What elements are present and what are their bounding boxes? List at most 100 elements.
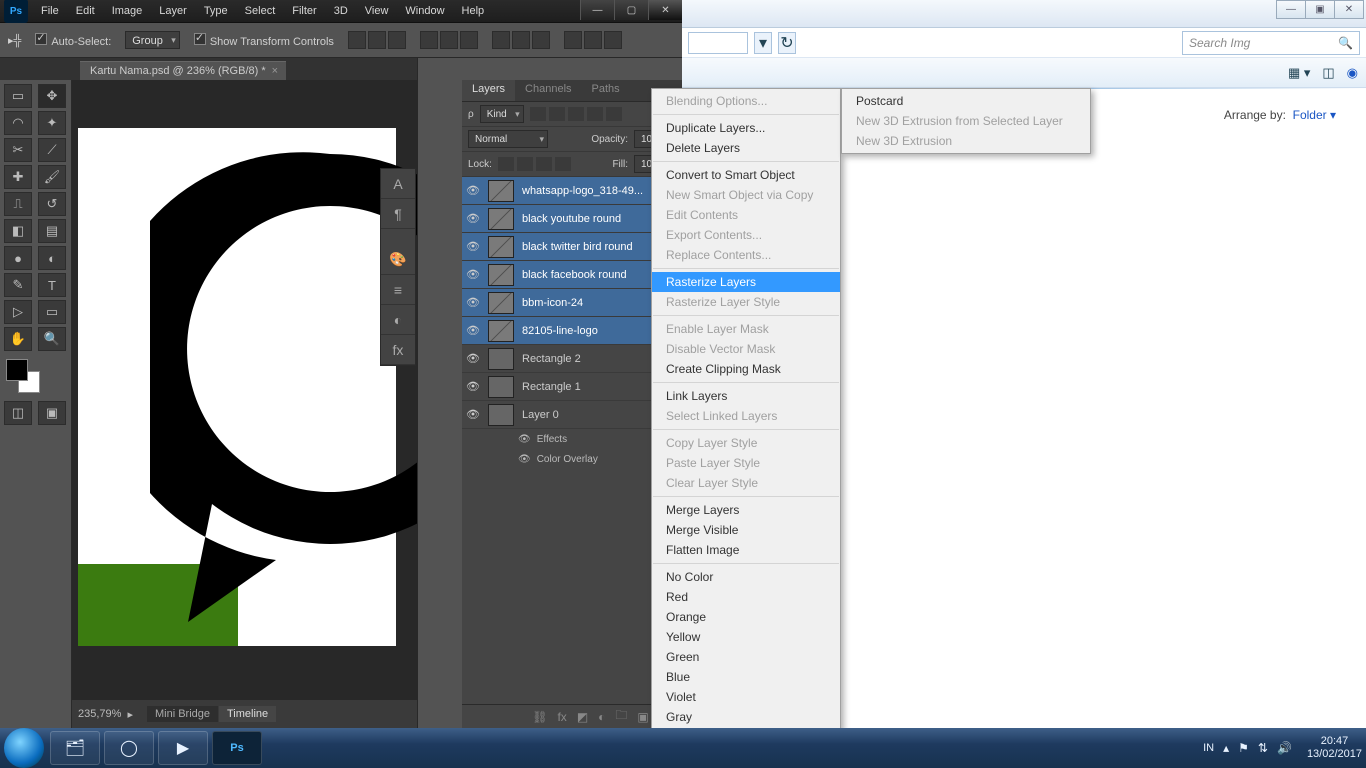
show-transform-checkbox[interactable] (194, 33, 206, 45)
taskbar-wmplayer[interactable]: ▶ (158, 731, 208, 765)
layer-row[interactable]: 👁bbm-icon-24 (462, 289, 682, 317)
taskbar-explorer[interactable]: 🗂 (50, 731, 100, 765)
tab-minibridge[interactable]: Mini Bridge (147, 706, 218, 722)
menu-3d[interactable]: 3D (327, 2, 355, 20)
gradient-tool[interactable]: ▤ (38, 219, 66, 243)
swatches-icon[interactable]: 🎨 (381, 245, 415, 275)
context-item[interactable]: Convert to Smart Object (652, 165, 840, 185)
blend-mode[interactable]: Normal (468, 130, 548, 148)
breadcrumb-dropdown[interactable]: ▾ (754, 32, 772, 54)
path-select-tool[interactable]: ▷ (4, 300, 32, 324)
link-layers-icon[interactable]: ⛓ (532, 710, 547, 724)
context-item[interactable]: Postcard (842, 91, 1090, 111)
visibility-icon[interactable]: 👁 (518, 434, 531, 445)
context-item[interactable]: Yellow (652, 627, 840, 647)
window-minimize-button[interactable]: — (580, 0, 614, 20)
auto-select-checkbox[interactable] (35, 33, 47, 45)
shape-tool[interactable]: ▭ (38, 300, 66, 324)
menu-type[interactable]: Type (197, 2, 235, 20)
auto-select-target[interactable]: Group (125, 31, 180, 49)
lock-icons[interactable] (498, 157, 571, 171)
tray-chevron-icon[interactable]: ▴ (1223, 741, 1229, 755)
explorer-maximize-button[interactable]: ▣ (1305, 0, 1335, 19)
visibility-icon[interactable]: 👁 (466, 240, 480, 253)
window-close-button[interactable]: ✕ (648, 0, 682, 20)
eyedropper-tool[interactable]: ⟋ (38, 138, 66, 162)
context-item[interactable]: Delete Layers (652, 138, 840, 158)
pen-tool[interactable]: ✎ (4, 273, 32, 297)
arrange-value[interactable]: Folder ▾ (1293, 108, 1336, 122)
canvas[interactable] (78, 128, 396, 646)
heal-tool[interactable]: ✚ (4, 165, 32, 189)
context-item[interactable]: Green (652, 647, 840, 667)
input-language[interactable]: IN (1203, 742, 1214, 754)
menu-help[interactable]: Help (455, 2, 492, 20)
align-icons-2[interactable] (492, 31, 550, 49)
distribute-icons[interactable] (420, 31, 478, 49)
stamp-tool[interactable]: ⎍ (4, 192, 32, 216)
properties-icon[interactable]: ≡ (381, 275, 415, 305)
help-icon[interactable]: ◉ (1347, 65, 1358, 81)
menu-select[interactable]: Select (238, 2, 283, 20)
context-item[interactable]: Merge Layers (652, 500, 840, 520)
layer-row[interactable]: 👁Layer 0fx ▾ (462, 401, 682, 429)
preview-pane-icon[interactable]: ◫ (1322, 65, 1334, 81)
history-brush-tool[interactable]: ↺ (38, 192, 66, 216)
visibility-icon[interactable]: 👁 (466, 212, 480, 225)
lasso-tool[interactable]: ◠ (4, 111, 32, 135)
window-maximize-button[interactable]: ▢ (614, 0, 648, 20)
tab-channels[interactable]: Channels (515, 80, 581, 101)
filter-kind[interactable]: Kind (480, 105, 524, 123)
context-item[interactable]: Orange (652, 607, 840, 627)
tab-timeline[interactable]: Timeline (219, 706, 276, 722)
zoom-level[interactable]: 235,79% (78, 708, 121, 720)
tray-network-icon[interactable]: ⇅ (1258, 741, 1268, 755)
color-swatches[interactable] (4, 357, 40, 393)
layer-row[interactable]: 👁82105-line-logo (462, 317, 682, 345)
visibility-icon[interactable]: 👁 (466, 324, 480, 337)
menu-window[interactable]: Window (398, 2, 451, 20)
styles-icon[interactable]: fx (381, 335, 415, 365)
start-button[interactable] (4, 728, 44, 768)
character-icon[interactable]: A (381, 169, 415, 199)
refresh-button[interactable]: ↻ (778, 32, 796, 54)
tray-clock[interactable]: 20:47 13/02/2017 (1307, 735, 1362, 761)
visibility-icon[interactable]: 👁 (466, 268, 480, 281)
menu-image[interactable]: Image (105, 2, 150, 20)
crop-tool[interactable]: ✂ (4, 138, 32, 162)
tray-flag-icon[interactable]: ⚑ (1238, 741, 1249, 755)
context-item[interactable]: Create Clipping Mask (652, 359, 840, 379)
filter-icons[interactable] (530, 107, 622, 121)
document-area[interactable] (72, 80, 417, 700)
layer-row[interactable]: 👁black facebook round (462, 261, 682, 289)
visibility-icon[interactable]: 👁 (518, 454, 531, 465)
menu-edit[interactable]: Edit (69, 2, 102, 20)
wand-tool[interactable]: ✦ (38, 111, 66, 135)
context-item[interactable]: Merge Visible (652, 520, 840, 540)
eraser-tool[interactable]: ◧ (4, 219, 32, 243)
align-icons[interactable] (348, 31, 406, 49)
context-item[interactable]: Violet (652, 687, 840, 707)
context-item[interactable]: Red (652, 587, 840, 607)
layer-row[interactable]: 👁Rectangle 2fx ▾ (462, 345, 682, 373)
tab-paths[interactable]: Paths (582, 80, 630, 101)
visibility-icon[interactable]: 👁 (466, 352, 480, 365)
visibility-icon[interactable]: 👁 (466, 184, 480, 197)
context-item[interactable]: No Color (652, 567, 840, 587)
context-item[interactable]: Flatten Image (652, 540, 840, 560)
foreground-swatch[interactable] (6, 359, 28, 381)
document-tab[interactable]: Kartu Nama.psd @ 236% (RGB/8) * × (80, 61, 286, 80)
paragraph-icon[interactable]: ¶ (381, 199, 415, 229)
text-tool[interactable]: T (38, 273, 66, 297)
visibility-icon[interactable]: 👁 (466, 380, 480, 393)
mask-icon[interactable]: ◩ (577, 710, 588, 724)
document-close-icon[interactable]: × (272, 65, 278, 77)
effects-header[interactable]: 👁 Effects (462, 429, 682, 449)
tab-layers[interactable]: Layers (462, 80, 515, 101)
explorer-search[interactable]: Search Img 🔍 (1182, 31, 1360, 55)
new-layer-icon[interactable]: ▣ (637, 710, 648, 724)
layer-row[interactable]: 👁black twitter bird round (462, 233, 682, 261)
more-icons[interactable] (564, 31, 622, 49)
brush-tool[interactable]: 🖌 (38, 165, 66, 189)
effect-item[interactable]: 👁 Color Overlay (462, 449, 682, 469)
